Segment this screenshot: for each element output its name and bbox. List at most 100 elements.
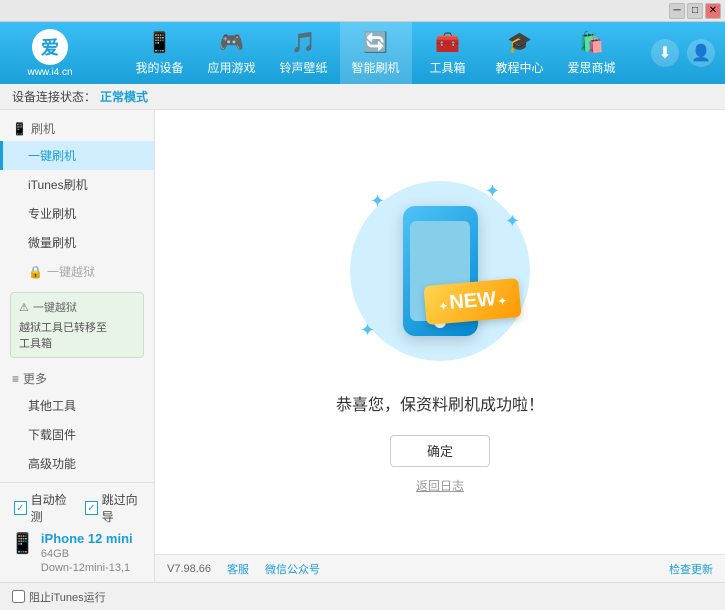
my-device-label: 我的设备 [135, 59, 183, 76]
sidebar-item-download-firmware[interactable]: 下载固件 [0, 420, 154, 449]
connect-status-label: 设备连接状态： [12, 88, 96, 105]
sparkle-2: ✦ [485, 181, 500, 202]
nav-tutorial[interactable]: 🎓 教程中心 [484, 22, 556, 84]
back-link[interactable]: 返回日志 [416, 477, 464, 494]
auto-detect-label: 自动检测 [31, 491, 73, 525]
nav-ringtone[interactable]: 🎵 铃声壁纸 [268, 22, 340, 84]
block-itunes-checkbox[interactable]: 阻止iTunes运行 [12, 589, 106, 605]
ringtone-icon: 🎵 [291, 30, 316, 55]
phone-illustration: ✦ ✦ ✦ ✦ NEW [340, 171, 540, 371]
jailbreak-label: 一键越狱 [47, 263, 95, 280]
device-icon: 📱 [10, 531, 35, 556]
toolbox-label: 工具箱 [429, 59, 465, 76]
user-button[interactable]: 👤 [687, 39, 715, 67]
sidebar-item-data-flash[interactable]: 微量刷机 [0, 228, 154, 257]
jailbreak-note: ⚠ 一键越狱 越狱工具已转移至工具箱 [10, 292, 144, 358]
right-panel: ✦ ✦ ✦ ✦ NEW 恭喜您，保资料刷机成功啦！ 确定 返回日志 V7.98.… [155, 110, 725, 582]
tutorial-icon: 🎓 [507, 30, 532, 55]
more-section-icon: ≡ [12, 372, 19, 386]
status-bar: V7.98.66 客服 微信公众号 检查更新 [155, 554, 725, 582]
sparkle-1: ✦ [370, 191, 385, 212]
my-device-icon: 📱 [147, 30, 172, 55]
nav-apps-games[interactable]: 🎮 应用游戏 [196, 22, 268, 84]
sidebar-item-pro-flash[interactable]: 专业刷机 [0, 199, 154, 228]
more-section-label: 更多 [23, 370, 47, 387]
skip-wizard-checkmark: ✓ [85, 501, 98, 515]
main-content: 📱 刷机 一键刷机 iTunes刷机 专业刷机 微量刷机 🔒 一键越狱 [0, 110, 725, 582]
tutorial-label: 教程中心 [495, 59, 543, 76]
think-shop-label: 爱思商城 [567, 59, 615, 76]
new-badge: NEW [423, 277, 521, 324]
success-text: 恭喜您，保资料刷机成功啦！ [336, 391, 544, 415]
think-shop-icon: 🛍️ [579, 30, 604, 55]
nav-my-device[interactable]: 📱 我的设备 [124, 22, 196, 84]
device-firmware: Down-12mini-13,1 [41, 562, 133, 574]
pro-flash-label: 专业刷机 [28, 207, 76, 221]
download-firmware-label: 下载固件 [28, 428, 76, 442]
data-flash-label: 微量刷机 [28, 236, 76, 250]
maximize-button[interactable]: □ [687, 3, 703, 19]
sidebar-item-advanced[interactable]: 高级功能 [0, 449, 154, 478]
smart-shop-label: 智能刷机 [351, 59, 399, 76]
device-name: iPhone 12 mini [41, 531, 133, 546]
toolbox-icon: 🧰 [435, 30, 460, 55]
apps-icon: 🎮 [219, 30, 244, 55]
lock-icon: 🔒 [28, 265, 43, 279]
sidebar-item-one-click-flash[interactable]: 一键刷机 [0, 141, 154, 170]
left-panel: 📱 刷机 一键刷机 iTunes刷机 专业刷机 微量刷机 🔒 一键越狱 [0, 110, 155, 582]
logo-url: www.i4.cn [27, 67, 72, 78]
header-actions: ⬇ 👤 [651, 39, 715, 67]
title-bar: ─ □ ✕ [0, 0, 725, 22]
sidebar-item-itunes-flash[interactable]: iTunes刷机 [0, 170, 154, 199]
connect-status-value: 正常模式 [100, 88, 148, 105]
apps-label: 应用游戏 [207, 59, 255, 76]
bottom-bar: 阻止iTunes运行 [0, 582, 725, 610]
sidebar-section-more: ≡ 更多 [0, 364, 154, 391]
header: 爱 www.i4.cn 📱 我的设备 🎮 应用游戏 🎵 铃声壁纸 🔄 智能刷机 … [0, 22, 725, 84]
sparkle-3: ✦ [360, 320, 375, 341]
success-content: ✦ ✦ ✦ ✦ NEW 恭喜您，保资料刷机成功啦！ 确定 返回日志 [155, 110, 725, 554]
skip-wizard-checkbox[interactable]: ✓ 跳过向导 [85, 491, 144, 525]
nav-toolbox[interactable]: 🧰 工具箱 [412, 22, 484, 84]
sparkle-4: ✦ [505, 211, 520, 232]
smart-shop-icon: 🔄 [363, 30, 388, 55]
note-icon: ⚠ [19, 301, 29, 314]
logo-area: 爱 www.i4.cn [0, 22, 100, 84]
flash-section-label: 刷机 [31, 120, 55, 137]
connect-status-bar: 设备连接状态： 正常模式 [0, 84, 725, 110]
checkbox-area: ✓ 自动检测 ✓ 跳过向导 [14, 491, 144, 525]
device-section: ✓ 自动检测 ✓ 跳过向导 📱 iPhone 12 mini 64GB Down… [0, 482, 154, 582]
flash-section-icon: 📱 [12, 122, 27, 136]
block-itunes-input[interactable] [12, 590, 25, 603]
download-button[interactable]: ⬇ [651, 39, 679, 67]
minimize-button[interactable]: ─ [669, 3, 685, 19]
nav-think-shop[interactable]: 🛍️ 爱思商城 [556, 22, 628, 84]
wechat-link[interactable]: 微信公众号 [265, 561, 320, 577]
confirm-button[interactable]: 确定 [390, 435, 490, 467]
sidebar-item-other-tools[interactable]: 其他工具 [0, 391, 154, 420]
auto-detect-checkbox[interactable]: ✓ 自动检测 [14, 491, 73, 525]
skip-wizard-label: 跳过向导 [102, 491, 144, 525]
note-content: 越狱工具已转移至工具箱 [19, 319, 135, 351]
nav-bar: 📱 我的设备 🎮 应用游戏 🎵 铃声壁纸 🔄 智能刷机 🧰 工具箱 🎓 教程中心… [100, 22, 651, 84]
check-update-link[interactable]: 检查更新 [669, 561, 713, 577]
logo-icon: 爱 [32, 29, 68, 65]
nav-smart-shop[interactable]: 🔄 智能刷机 [340, 22, 412, 84]
other-tools-label: 其他工具 [28, 399, 76, 413]
auto-detect-checkmark: ✓ [14, 501, 27, 515]
advanced-label: 高级功能 [28, 457, 76, 471]
version-text: V7.98.66 [167, 563, 211, 575]
itunes-flash-label: iTunes刷机 [28, 178, 88, 192]
sidebar-nav: 📱 刷机 一键刷机 iTunes刷机 专业刷机 微量刷机 🔒 一键越狱 [0, 110, 154, 482]
support-link[interactable]: 客服 [227, 561, 249, 577]
sidebar-section-flash: 📱 刷机 [0, 114, 154, 141]
note-title: ⚠ 一键越狱 [19, 299, 135, 315]
block-itunes-label: 阻止iTunes运行 [29, 589, 106, 605]
ringtone-label: 铃声壁纸 [279, 59, 327, 76]
device-storage: 64GB [41, 548, 133, 560]
close-button[interactable]: ✕ [705, 3, 721, 19]
device-details: iPhone 12 mini 64GB Down-12mini-13,1 [41, 531, 133, 574]
device-info: 📱 iPhone 12 mini 64GB Down-12mini-13,1 [10, 531, 144, 574]
sidebar-item-jailbreak: 🔒 一键越狱 [0, 257, 154, 286]
one-click-label: 一键刷机 [28, 149, 76, 163]
